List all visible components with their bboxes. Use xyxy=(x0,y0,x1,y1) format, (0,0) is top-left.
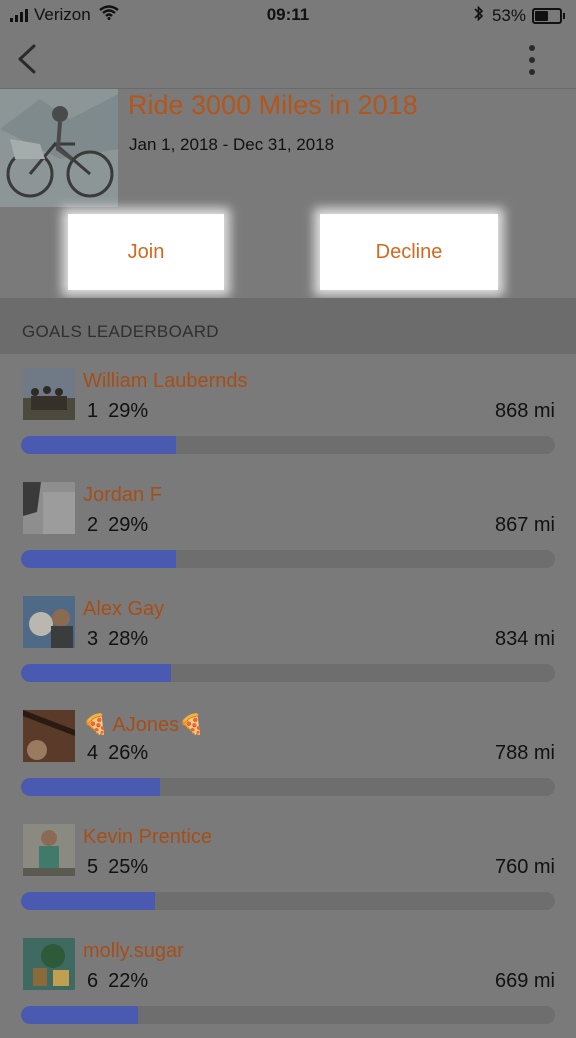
percent: 28% xyxy=(108,628,149,650)
avatar xyxy=(23,824,75,876)
rank: 3 xyxy=(87,628,99,650)
rank-percent: 1 29% xyxy=(87,400,148,423)
distance: 788 mi xyxy=(494,742,555,764)
progress-fill xyxy=(21,436,176,454)
progress-track xyxy=(21,1006,555,1024)
rank-percent: 4 26% xyxy=(87,742,148,765)
progress-track xyxy=(21,778,555,796)
vertical-ellipsis-icon xyxy=(526,45,538,75)
athlete-name[interactable]: 🍕 AJones🍕 xyxy=(83,712,204,737)
challenge-image xyxy=(0,89,118,207)
nav-bar xyxy=(0,30,576,89)
battery-percent: 53% xyxy=(491,6,526,25)
progress-fill xyxy=(21,778,160,796)
rank-percent: 3 28% xyxy=(87,628,148,651)
distance: 867 mi xyxy=(494,514,555,536)
athlete-name[interactable]: molly.sugar xyxy=(83,940,184,963)
challenge-dates: Jan 1, 2018 - Dec 31, 2018 xyxy=(129,135,335,154)
progress-track xyxy=(21,892,555,910)
avatar xyxy=(23,482,75,534)
progress-track xyxy=(21,436,555,454)
join-button[interactable]: Join xyxy=(68,214,224,290)
rank: 6 xyxy=(87,970,99,992)
percent: 29% xyxy=(108,400,149,422)
rank-percent: 6 22% xyxy=(87,970,148,993)
rank: 2 xyxy=(87,514,99,536)
distance: 834 mi xyxy=(494,628,555,650)
bluetooth-icon xyxy=(474,5,484,27)
avatar xyxy=(23,938,75,990)
progress-fill xyxy=(21,664,171,682)
leaderboard-row[interactable]: Alex Gay 3 28% 834 mi xyxy=(0,582,576,696)
leaderboard-row[interactable]: molly.sugar 6 22% 669 mi xyxy=(0,924,576,1038)
leaderboard-row[interactable]: Jordan F 2 29% 867 mi xyxy=(0,468,576,582)
challenge-title: Ride 3000 Miles in 2018 xyxy=(128,90,418,120)
percent: 26% xyxy=(108,742,149,764)
rank-percent: 2 29% xyxy=(87,514,148,537)
decline-button[interactable]: Decline xyxy=(320,214,498,290)
leaderboard-title: GOALS LEADERBOARD xyxy=(22,322,219,341)
progress-track xyxy=(21,550,555,568)
rank: 1 xyxy=(87,400,99,422)
avatar xyxy=(23,596,75,648)
athlete-name[interactable]: Alex Gay xyxy=(83,598,164,621)
status-bar: Verizon 09:11 53% xyxy=(0,0,576,30)
leaderboard-list: William Laubernds 1 29% 868 mi Jordan F 2… xyxy=(0,354,576,1038)
progress-fill xyxy=(21,1006,139,1024)
distance: 760 mi xyxy=(494,856,555,878)
distance: 868 mi xyxy=(494,400,555,422)
leaderboard-row[interactable]: William Laubernds 1 29% 868 mi xyxy=(0,354,576,468)
leaderboard-header: GOALS LEADERBOARD xyxy=(0,298,576,354)
rank: 4 xyxy=(87,742,99,764)
athlete-name[interactable]: William Laubernds xyxy=(83,370,248,393)
athlete-name[interactable]: Jordan F xyxy=(83,484,162,507)
avatar xyxy=(23,368,75,420)
status-right: 53% xyxy=(474,5,565,27)
chevron-left-icon xyxy=(18,44,36,74)
athlete-name[interactable]: Kevin Prentice xyxy=(83,826,212,849)
back-button[interactable] xyxy=(12,42,42,76)
progress-track xyxy=(21,664,555,682)
percent: 29% xyxy=(108,514,149,536)
leaderboard-row[interactable]: Kevin Prentice 5 25% 760 mi xyxy=(0,810,576,924)
avatar xyxy=(23,710,75,762)
battery-icon xyxy=(532,8,565,24)
leaderboard-row[interactable]: 🍕 AJones🍕 4 26% 788 mi xyxy=(0,696,576,810)
percent: 22% xyxy=(108,970,149,992)
rank: 5 xyxy=(87,856,99,878)
percent: 25% xyxy=(108,856,149,878)
rank-percent: 5 25% xyxy=(87,856,148,879)
progress-fill xyxy=(21,550,176,568)
more-options-button[interactable] xyxy=(526,42,538,78)
progress-fill xyxy=(21,892,155,910)
distance: 669 mi xyxy=(494,970,555,992)
